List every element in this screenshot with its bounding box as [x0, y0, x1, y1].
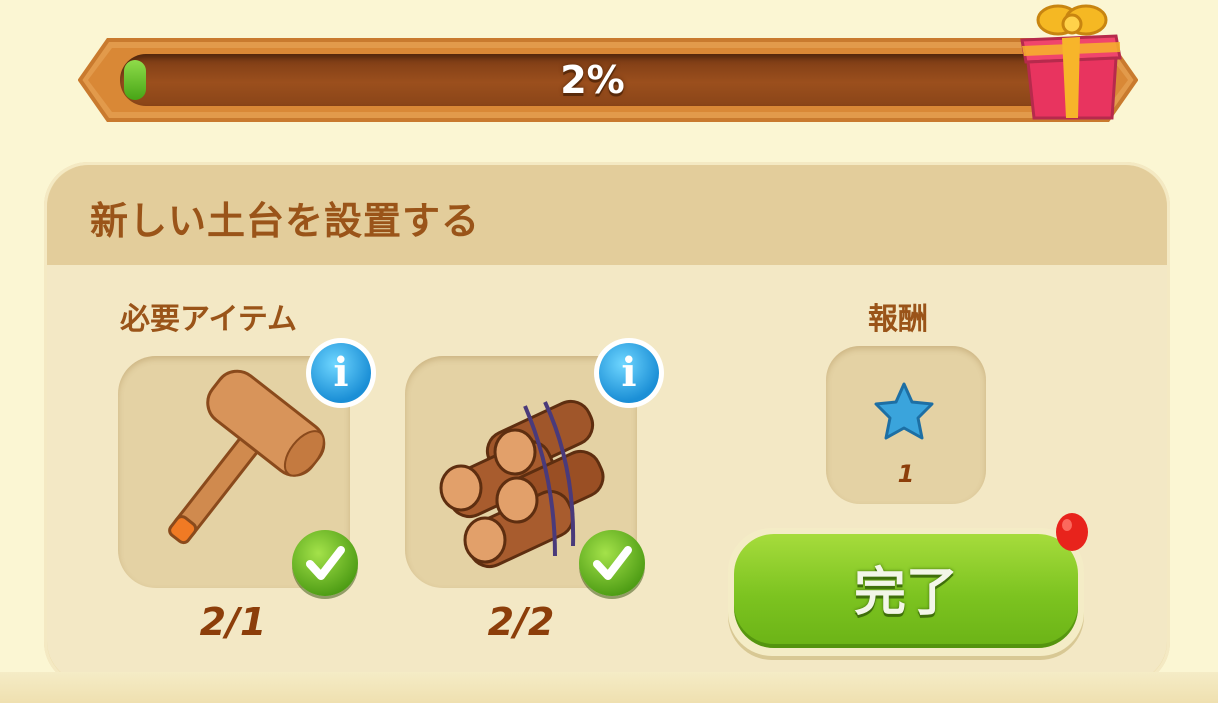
check-icon-logs — [579, 530, 645, 596]
complete-button-label: 完了 — [853, 563, 958, 623]
reward-count: 1 — [897, 460, 915, 488]
check-icon-mallet — [292, 530, 358, 596]
info-icon: i — [599, 343, 659, 403]
info-button-mallet[interactable]: i — [306, 338, 376, 408]
item-count-mallet: 2/1 — [199, 600, 267, 644]
quest-title: 新しい土台を設置する — [90, 199, 481, 243]
required-items-label: 必要アイテム — [120, 302, 297, 337]
progress-track: 2% — [120, 54, 1065, 106]
quest-progress-bar: 2% — [78, 36, 1138, 124]
gift-box-icon[interactable] — [1012, 0, 1132, 129]
reward-slot[interactable]: 1 — [826, 346, 986, 504]
notification-dot-icon — [1054, 512, 1090, 554]
item-count-logs: 2/2 — [487, 600, 555, 644]
blue-star-icon — [874, 382, 934, 440]
info-button-logs[interactable]: i — [594, 338, 664, 408]
progress-percent: 2% — [560, 58, 625, 102]
complete-button[interactable]: 完了 — [728, 528, 1084, 656]
bottom-strip — [0, 672, 1218, 703]
info-icon: i — [311, 343, 371, 403]
reward-label: 報酬 — [868, 302, 928, 337]
